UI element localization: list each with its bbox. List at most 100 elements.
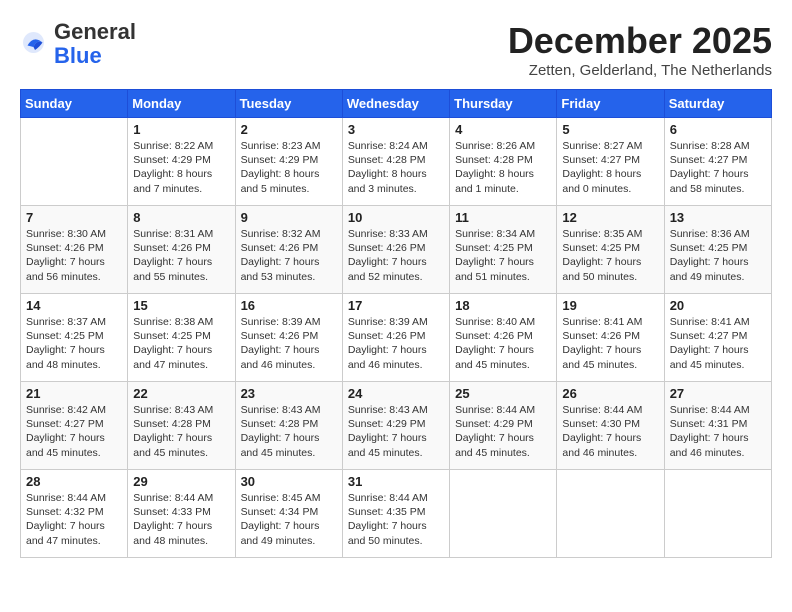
day-info: Sunrise: 8:24 AMSunset: 4:28 PMDaylight:… [348,139,444,196]
calendar-day-30: 30 Sunrise: 8:45 AMSunset: 4:34 PMDayligh… [235,470,342,558]
calendar-day-1: 1 Sunrise: 8:22 AMSunset: 4:29 PMDaylight… [128,118,235,206]
month-title: December 2025 [508,20,772,62]
day-info: Sunrise: 8:23 AMSunset: 4:29 PMDaylight:… [241,139,337,196]
column-header-monday: Monday [128,90,235,118]
day-info: Sunrise: 8:43 AMSunset: 4:29 PMDaylight:… [348,403,444,460]
calendar-day-21: 21 Sunrise: 8:42 AMSunset: 4:27 PMDayligh… [21,382,128,470]
calendar-day-16: 16Sunrise: 8:39 AMSunset: 4:26 PMDayligh… [235,294,342,382]
day-number: 12 [562,210,658,225]
calendar-week-3: 14 Sunrise: 8:37 AMSunset: 4:25 PMDayligh… [21,294,772,382]
day-number: 30 [241,474,337,489]
day-number: 25 [455,386,551,401]
day-info: Sunrise: 8:45 AMSunset: 4:34 PMDaylight:… [241,491,337,548]
day-number: 18 [455,298,551,313]
calendar-day-7: 7Sunrise: 8:30 AMSunset: 4:26 PMDaylight… [21,206,128,294]
calendar-day-empty [450,470,557,558]
day-info: Sunrise: 8:37 AMSunset: 4:25 PMDaylight:… [26,315,122,372]
day-info: Sunrise: 8:36 AMSunset: 4:25 PMDaylight:… [670,227,766,284]
calendar-week-5: 28 Sunrise: 8:44 AMSunset: 4:32 PMDayligh… [21,470,772,558]
calendar-day-10: 10 Sunrise: 8:33 AMSunset: 4:26 PMDayligh… [342,206,449,294]
day-number: 31 [348,474,444,489]
day-info: Sunrise: 8:34 AMSunset: 4:25 PMDaylight:… [455,227,551,284]
day-info: Sunrise: 8:26 AMSunset: 4:28 PMDaylight:… [455,139,551,196]
day-info: Sunrise: 8:44 AMSunset: 4:29 PMDaylight:… [455,403,551,460]
day-number: 8 [133,210,229,225]
calendar-day-18: 18 Sunrise: 8:40 AMSunset: 4:26 PMDayligh… [450,294,557,382]
day-info: Sunrise: 8:38 AMSunset: 4:25 PMDaylight:… [133,315,229,372]
calendar-table: SundayMondayTuesdayWednesdayThursdayFrid… [20,89,772,558]
calendar-day-20: 20 Sunrise: 8:41 AMSunset: 4:27 PMDayligh… [664,294,771,382]
calendar-day-9: 9 Sunrise: 8:32 AMSunset: 4:26 PMDaylight… [235,206,342,294]
calendar-day-12: 12 Sunrise: 8:35 AMSunset: 4:25 PMDayligh… [557,206,664,294]
calendar-day-4: 4 Sunrise: 8:26 AMSunset: 4:28 PMDaylight… [450,118,557,206]
day-number: 29 [133,474,229,489]
day-number: 17 [348,298,444,313]
day-info: Sunrise: 8:30 AMSunset: 4:26 PMDaylight:… [26,227,122,284]
day-number: 15 [133,298,229,313]
day-number: 28 [26,474,122,489]
calendar-day-29: 29 Sunrise: 8:44 AMSunset: 4:33 PMDayligh… [128,470,235,558]
day-info: Sunrise: 8:43 AMSunset: 4:28 PMDaylight:… [133,403,229,460]
calendar-day-11: 11Sunrise: 8:34 AMSunset: 4:25 PMDayligh… [450,206,557,294]
day-number: 2 [241,122,337,137]
logo: General Blue [20,20,136,68]
day-number: 27 [670,386,766,401]
calendar-day-28: 28 Sunrise: 8:44 AMSunset: 4:32 PMDayligh… [21,470,128,558]
day-info: Sunrise: 8:44 AMSunset: 4:30 PMDaylight:… [562,403,658,460]
logo-blue-text: Blue [54,43,102,68]
day-number: 9 [241,210,337,225]
day-info: Sunrise: 8:41 AMSunset: 4:27 PMDaylight:… [670,315,766,372]
day-info: Sunrise: 8:43 AMSunset: 4:28 PMDaylight:… [241,403,337,460]
calendar-day-3: 3Sunrise: 8:24 AMSunset: 4:28 PMDaylight… [342,118,449,206]
logo-icon [20,29,50,59]
day-info: Sunrise: 8:22 AMSunset: 4:29 PMDaylight:… [133,139,229,196]
calendar-day-14: 14 Sunrise: 8:37 AMSunset: 4:25 PMDayligh… [21,294,128,382]
day-number: 23 [241,386,337,401]
day-number: 21 [26,386,122,401]
column-header-thursday: Thursday [450,90,557,118]
day-info: Sunrise: 8:40 AMSunset: 4:26 PMDaylight:… [455,315,551,372]
calendar-day-24: 24 Sunrise: 8:43 AMSunset: 4:29 PMDayligh… [342,382,449,470]
calendar-day-23: 23 Sunrise: 8:43 AMSunset: 4:28 PMDayligh… [235,382,342,470]
calendar-day-19: 19Sunrise: 8:41 AMSunset: 4:26 PMDayligh… [557,294,664,382]
day-info: Sunrise: 8:44 AMSunset: 4:35 PMDaylight:… [348,491,444,548]
day-info: Sunrise: 8:32 AMSunset: 4:26 PMDaylight:… [241,227,337,284]
calendar-week-1: 1 Sunrise: 8:22 AMSunset: 4:29 PMDaylight… [21,118,772,206]
day-info: Sunrise: 8:33 AMSunset: 4:26 PMDaylight:… [348,227,444,284]
calendar-day-8: 8 Sunrise: 8:31 AMSunset: 4:26 PMDaylight… [128,206,235,294]
day-number: 4 [455,122,551,137]
day-number: 22 [133,386,229,401]
calendar-day-empty [664,470,771,558]
day-number: 24 [348,386,444,401]
day-info: Sunrise: 8:31 AMSunset: 4:26 PMDaylight:… [133,227,229,284]
day-number: 5 [562,122,658,137]
logo-general-text: General [54,19,136,44]
calendar-day-26: 26 Sunrise: 8:44 AMSunset: 4:30 PMDayligh… [557,382,664,470]
day-info: Sunrise: 8:35 AMSunset: 4:25 PMDaylight:… [562,227,658,284]
calendar-day-6: 6Sunrise: 8:28 AMSunset: 4:27 PMDaylight… [664,118,771,206]
calendar-day-empty [21,118,128,206]
calendar-day-25: 25 Sunrise: 8:44 AMSunset: 4:29 PMDayligh… [450,382,557,470]
calendar-day-31: 31 Sunrise: 8:44 AMSunset: 4:35 PMDayligh… [342,470,449,558]
column-header-sunday: Sunday [21,90,128,118]
calendar-day-17: 17Sunrise: 8:39 AMSunset: 4:26 PMDayligh… [342,294,449,382]
location-subtitle: Zetten, Gelderland, The Netherlands [508,62,772,79]
day-info: Sunrise: 8:44 AMSunset: 4:32 PMDaylight:… [26,491,122,548]
calendar-day-13: 13 Sunrise: 8:36 AMSunset: 4:25 PMDayligh… [664,206,771,294]
column-header-tuesday: Tuesday [235,90,342,118]
day-number: 13 [670,210,766,225]
day-number: 1 [133,122,229,137]
day-number: 20 [670,298,766,313]
day-number: 10 [348,210,444,225]
column-header-saturday: Saturday [664,90,771,118]
day-info: Sunrise: 8:44 AMSunset: 4:33 PMDaylight:… [133,491,229,548]
calendar-day-5: 5 Sunrise: 8:27 AMSunset: 4:27 PMDaylight… [557,118,664,206]
day-info: Sunrise: 8:27 AMSunset: 4:27 PMDaylight:… [562,139,658,196]
page-header: General Blue December 2025 Zetten, Gelde… [20,20,772,79]
day-number: 26 [562,386,658,401]
day-number: 14 [26,298,122,313]
calendar-day-27: 27Sunrise: 8:44 AMSunset: 4:31 PMDayligh… [664,382,771,470]
title-block: December 2025 Zetten, Gelderland, The Ne… [508,20,772,79]
calendar-day-22: 22 Sunrise: 8:43 AMSunset: 4:28 PMDayligh… [128,382,235,470]
day-info: Sunrise: 8:42 AMSunset: 4:27 PMDaylight:… [26,403,122,460]
